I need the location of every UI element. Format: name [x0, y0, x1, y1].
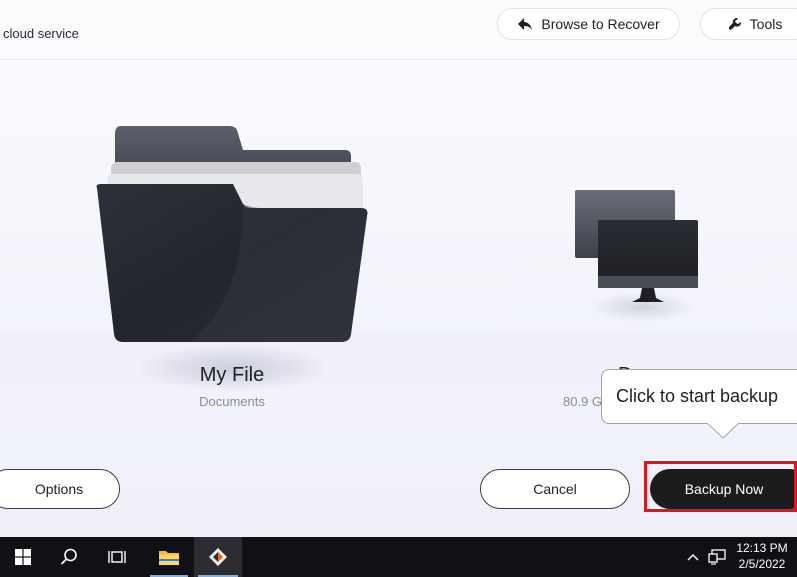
clock-time: 12:13 PM — [736, 541, 788, 555]
windows-start-icon[interactable] — [0, 537, 46, 577]
computer-icon[interactable] — [572, 188, 704, 308]
tooltip-text: Click to start backup — [616, 386, 779, 406]
file-explorer-icon[interactable] — [146, 537, 192, 577]
task-view-icon[interactable] — [94, 537, 140, 577]
tooltip-pointer — [706, 422, 740, 439]
source-subtitle: Documents — [199, 394, 265, 409]
options-label: Options — [34, 481, 84, 497]
tools-label: Tools — [749, 16, 783, 32]
backup-app-icon[interactable] — [194, 537, 242, 577]
chevron-up-icon[interactable] — [682, 537, 704, 577]
app-title: cloud service — [3, 26, 79, 41]
network-icon[interactable] — [704, 537, 730, 577]
backup-tooltip: Click to start backup — [601, 369, 797, 424]
cancel-button[interactable]: Cancel — [480, 469, 630, 509]
clock-date: 2/5/2022 — [738, 557, 786, 571]
browse-to-recover-button[interactable]: Browse to Recover — [497, 8, 680, 40]
cancel-label: Cancel — [533, 481, 577, 497]
backup-button-highlight — [644, 461, 797, 512]
source-name: My File — [199, 364, 265, 386]
browse-to-recover-label: Browse to Recover — [541, 16, 660, 32]
backup-app-window: cloud service Browse to Recover Tools My… — [0, 0, 797, 537]
tools-button[interactable]: Tools — [700, 8, 797, 40]
system-clock[interactable]: 12:13 PM 2/5/2022 — [732, 540, 792, 572]
destination-capacity: 80.9 G — [563, 394, 603, 409]
options-button[interactable]: Options — [0, 469, 120, 509]
search-icon[interactable] — [46, 537, 92, 577]
windows-taskbar: 12:13 PM 2/5/2022 — [0, 537, 797, 577]
back-arrow-icon — [517, 17, 533, 31]
wrench-icon — [728, 17, 742, 31]
header-bar: cloud service Browse to Recover Tools — [0, 0, 797, 60]
folder-icon[interactable] — [93, 122, 373, 346]
